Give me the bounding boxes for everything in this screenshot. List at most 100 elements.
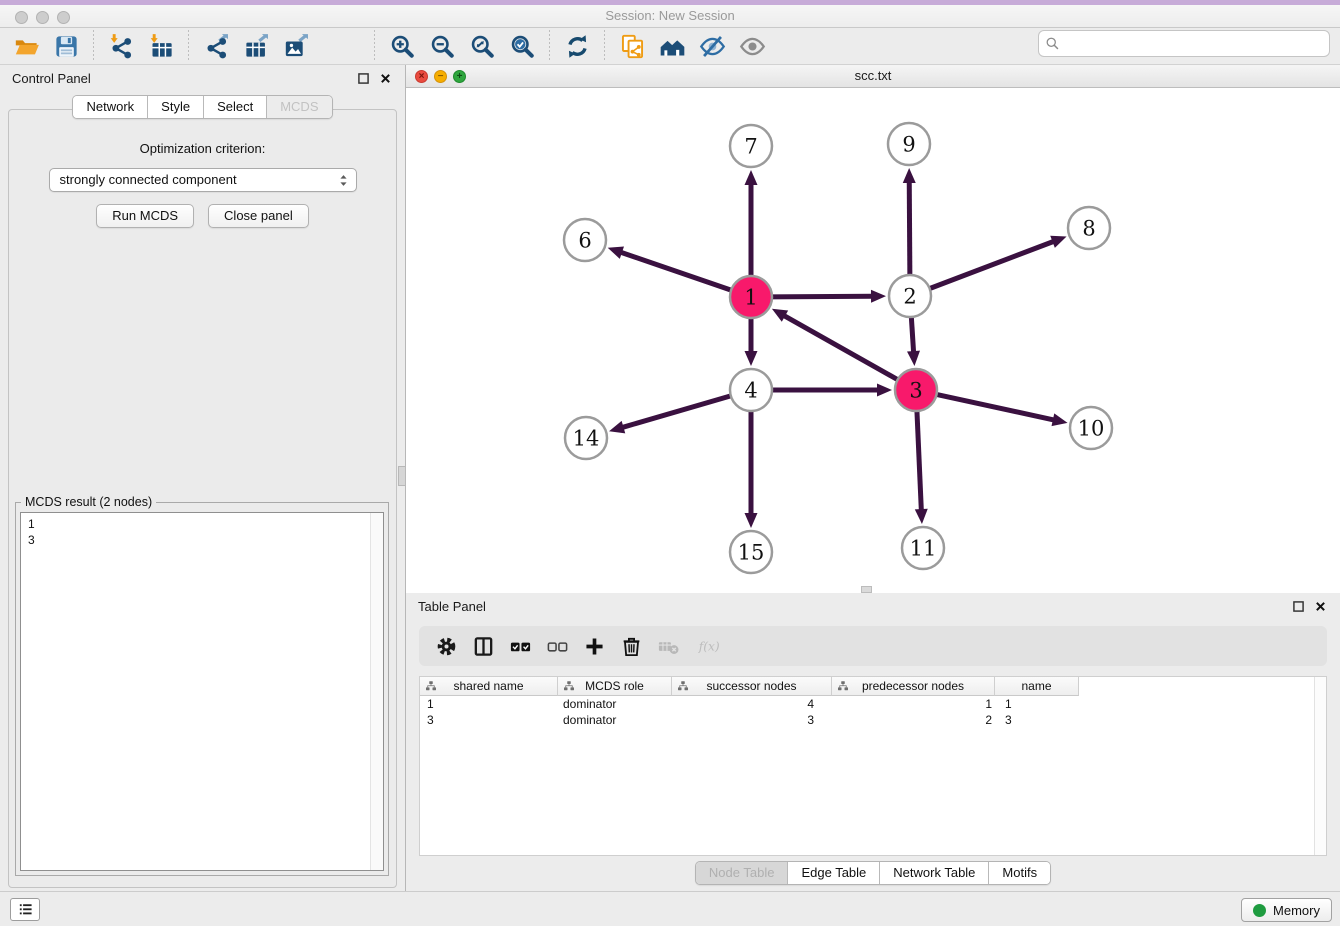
cell[interactable]: 3: [672, 712, 832, 728]
column-header-MCDS-role[interactable]: MCDS role: [558, 677, 672, 696]
home-icon[interactable]: [652, 29, 692, 63]
search-input[interactable]: [1038, 30, 1330, 57]
cell[interactable]: 1: [995, 696, 1079, 712]
apply-preferred-layout-icon[interactable]: [557, 29, 597, 63]
zoom-in-icon[interactable]: [382, 29, 422, 63]
node-15[interactable]: 15: [730, 531, 772, 573]
tab-motifs[interactable]: Motifs: [989, 862, 1050, 884]
maximize-window-button[interactable]: [57, 11, 70, 24]
node-10[interactable]: 10: [1070, 407, 1112, 449]
column-header-successor-nodes[interactable]: successor nodes: [672, 677, 832, 696]
tab-edge-table[interactable]: Edge Table: [788, 862, 880, 884]
show-all-icon[interactable]: [732, 29, 772, 63]
edge-1-7[interactable]: [745, 170, 758, 279]
deselect-all-checkboxes-icon[interactable]: [539, 630, 576, 662]
network-canvas[interactable]: 7 9 6 8 1 2 4 3 14 10 15 11: [406, 88, 1340, 593]
zoom-fit-icon[interactable]: [462, 29, 502, 63]
gear-icon[interactable]: [428, 630, 465, 662]
node-6[interactable]: 6: [564, 219, 606, 261]
table-row[interactable]: 3dominator323: [420, 712, 1326, 728]
export-network-icon[interactable]: [196, 29, 236, 63]
tab-select[interactable]: Select: [204, 96, 267, 118]
edge-4-3[interactable]: [769, 384, 892, 397]
node-4[interactable]: 4: [730, 369, 772, 411]
tab-network-table[interactable]: Network Table: [880, 862, 989, 884]
save-session-icon[interactable]: [46, 29, 86, 63]
mcds-result-list[interactable]: 13: [20, 512, 384, 871]
export-image-icon[interactable]: [276, 29, 316, 63]
add-row-icon[interactable]: [576, 630, 613, 662]
close-window-button[interactable]: [15, 11, 28, 24]
close-panel-button[interactable]: Close panel: [208, 204, 309, 228]
edge-1-6[interactable]: [608, 247, 734, 292]
column-header-shared-name[interactable]: shared name: [420, 677, 558, 696]
float-panel-icon[interactable]: [355, 71, 371, 87]
node-2[interactable]: 2: [889, 275, 931, 317]
zoom-selected-icon[interactable]: [502, 29, 542, 63]
tab-style[interactable]: Style: [148, 96, 204, 118]
cell[interactable]: 3: [420, 712, 558, 728]
close-panel-icon[interactable]: [377, 71, 393, 87]
edge-3-11[interactable]: [915, 408, 928, 524]
cell[interactable]: 1: [420, 696, 558, 712]
export-table-icon[interactable]: [236, 29, 276, 63]
close-table-panel-icon[interactable]: [1312, 599, 1328, 615]
memory-button[interactable]: Memory: [1241, 898, 1332, 922]
node-14[interactable]: 14: [565, 417, 607, 459]
select-all-checkboxes-icon[interactable]: [502, 630, 539, 662]
cell[interactable]: dominator: [558, 696, 672, 712]
table-row[interactable]: 1dominator411: [420, 696, 1326, 712]
node-9[interactable]: 9: [888, 123, 930, 165]
node-11[interactable]: 11: [902, 527, 944, 569]
node-1[interactable]: 1: [730, 276, 772, 318]
tab-mcds[interactable]: MCDS: [267, 96, 331, 118]
clone-network-icon[interactable]: [612, 29, 652, 63]
edge-1-2[interactable]: [769, 290, 886, 303]
list-icon: [17, 901, 34, 918]
minimize-network-icon[interactable]: −: [434, 70, 447, 83]
column-header-predecessor-nodes[interactable]: predecessor nodes: [832, 677, 995, 696]
edge-1-4[interactable]: [745, 315, 758, 366]
edge-3-10[interactable]: [934, 394, 1068, 426]
minimize-window-button[interactable]: [36, 11, 49, 24]
column-header-name[interactable]: name: [995, 677, 1079, 696]
maximize-network-icon[interactable]: +: [453, 70, 466, 83]
edge-4-14[interactable]: [609, 395, 734, 433]
import-table-icon[interactable]: [141, 29, 181, 63]
edge-2-3[interactable]: [907, 314, 920, 366]
cell[interactable]: 1: [832, 696, 995, 712]
table-scrollbar[interactable]: [1314, 677, 1326, 855]
run-mcds-button[interactable]: Run MCDS: [96, 204, 194, 228]
columns-icon[interactable]: [465, 630, 502, 662]
tab-node-table[interactable]: Node Table: [696, 862, 789, 884]
import-network-icon[interactable]: [101, 29, 141, 63]
zoom-out-icon[interactable]: [422, 29, 462, 63]
open-session-icon[interactable]: [6, 29, 46, 63]
edge-2-8[interactable]: [927, 236, 1067, 290]
vertical-splitter-grip[interactable]: [398, 466, 406, 486]
result-scrollbar[interactable]: [370, 513, 383, 870]
svg-text:f(x): f(x): [698, 639, 720, 653]
node-8[interactable]: 8: [1068, 207, 1110, 249]
cell[interactable]: 3: [995, 712, 1079, 728]
edge-2-9[interactable]: [903, 168, 916, 278]
task-history-button[interactable]: [10, 898, 40, 921]
float-table-panel-icon[interactable]: [1290, 599, 1306, 615]
stepper-arrows-icon: [335, 172, 352, 189]
node-7[interactable]: 7: [730, 125, 772, 167]
cell[interactable]: 2: [832, 712, 995, 728]
result-item[interactable]: 1: [28, 516, 383, 532]
node-3[interactable]: 3: [895, 369, 937, 411]
close-network-icon[interactable]: ×: [415, 70, 428, 83]
edge-3-1[interactable]: [772, 309, 900, 381]
delete-row-icon[interactable]: [613, 630, 650, 662]
edge-4-15[interactable]: [745, 408, 758, 528]
horizontal-splitter-grip[interactable]: [861, 586, 872, 593]
optimization-criterion-select[interactable]: strongly connected component: [49, 168, 357, 192]
cell[interactable]: 4: [672, 696, 832, 712]
cell[interactable]: dominator: [558, 712, 672, 728]
tab-network[interactable]: Network: [73, 96, 148, 118]
network-window-title: scc.txt: [406, 65, 1340, 87]
hide-selected-icon[interactable]: [692, 29, 732, 63]
result-item[interactable]: 3: [28, 532, 383, 548]
